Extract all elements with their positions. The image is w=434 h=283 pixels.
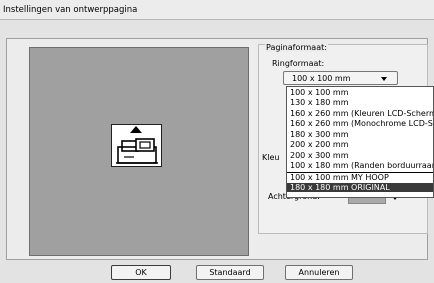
dropdown-option-highlighted[interactable]: 180 x 180 mm ORIGINAL bbox=[287, 183, 433, 192]
dropdown-option[interactable]: 180 x 300 mm bbox=[287, 130, 433, 139]
dropdown-option[interactable]: 160 x 260 mm (Kleuren LCD-Scherm) bbox=[287, 109, 433, 118]
dropdown-option[interactable]: 160 x 260 mm (Monochrome LCD-Sche bbox=[287, 119, 433, 128]
dropdown-option[interactable]: 100 x 100 mm MY HOOP bbox=[287, 172, 433, 182]
ok-button[interactable]: OK bbox=[111, 265, 171, 280]
cancel-button[interactable]: Annuleren bbox=[285, 265, 353, 280]
dropdown-option[interactable]: 100 x 180 mm (Randen borduurraam) bbox=[287, 161, 433, 170]
title-bar: Instellingen van ontwerppagina bbox=[0, 0, 434, 20]
color-label: Kleu bbox=[262, 153, 280, 162]
default-button[interactable]: Standaard bbox=[196, 265, 264, 280]
embroidery-machine-icon bbox=[116, 138, 158, 164]
up-arrow-icon bbox=[130, 126, 142, 133]
dropdown-option[interactable]: 200 x 200 mm bbox=[287, 140, 433, 149]
window-title: Instellingen van ontwerppagina bbox=[3, 5, 138, 15]
dropdown-option[interactable]: 200 x 300 mm bbox=[287, 151, 433, 160]
hoop-size-select[interactable]: 100 x 100 mm bbox=[283, 71, 398, 85]
page-size-label: Paginaformaat: bbox=[265, 43, 328, 52]
chevron-down-icon bbox=[381, 77, 387, 81]
dropdown-option[interactable]: 100 x 100 mm bbox=[287, 88, 433, 97]
hoop-preview bbox=[111, 124, 162, 167]
hoop-size-label: Ringformaat: bbox=[272, 59, 325, 68]
hoop-size-dropdown-list: 100 x 100 mm 130 x 180 mm 160 x 260 mm (… bbox=[286, 86, 434, 198]
hoop-size-selected-value: 100 x 100 mm bbox=[292, 74, 351, 83]
dropdown-option[interactable]: 130 x 180 mm bbox=[287, 98, 433, 107]
